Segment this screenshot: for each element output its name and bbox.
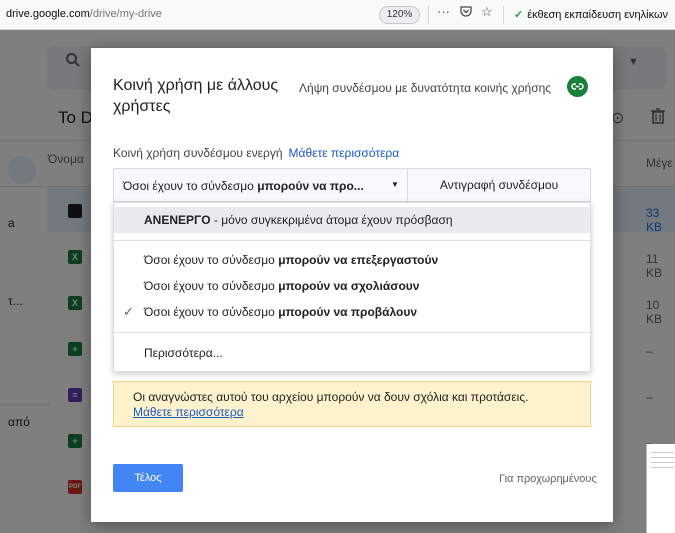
share-dialog: Κοινή χρήση με άλλους χρήστες Λήψη συνδέ… bbox=[91, 48, 613, 522]
menu-item-can-edit[interactable]: Όσοι έχουν το σύνδεσμο μπορούν να επεξερ… bbox=[114, 247, 590, 273]
info-notice: Οι αναγνώστες αυτού του αρχείου μπορούν … bbox=[113, 381, 591, 427]
browser-toolbar: drive.google.com/drive/my-drive 120% ···… bbox=[0, 0, 675, 30]
bookmark-favicon-icon: ✓ bbox=[514, 9, 524, 21]
toolbar-divider bbox=[428, 6, 429, 24]
dialog-title: Κοινή χρήση με άλλους χρήστες bbox=[113, 77, 279, 115]
bookmark-link[interactable]: ✓ έκθεση εκπαίδευση ενηλίκων bbox=[514, 8, 668, 21]
learn-more-link[interactable]: Μάθετε περισσότερα bbox=[289, 146, 400, 160]
link-sharing-status: Κοινή χρήση συνδέσμου ενεργή Μάθετε περισ… bbox=[113, 146, 400, 160]
page-actions-menu-icon[interactable]: ··· bbox=[437, 4, 450, 19]
caret-down-icon: ▼ bbox=[391, 180, 399, 189]
link-permission-dropdown[interactable]: Όσοι έχουν το σύνδεσμο μπορούν να προ...… bbox=[113, 168, 408, 202]
link-icon[interactable] bbox=[567, 76, 588, 97]
advanced-link[interactable]: Για προχωρημένους bbox=[499, 473, 597, 485]
notice-learn-more-link[interactable]: Μάθετε περισσότερα bbox=[133, 405, 244, 419]
checkmark-icon: ✓ bbox=[123, 304, 134, 319]
copy-link-button[interactable]: Αντιγραφή συνδέσμου bbox=[408, 168, 591, 202]
menu-item-more[interactable]: Περισσότερα... bbox=[114, 340, 590, 366]
done-button[interactable]: Τέλος bbox=[113, 464, 183, 492]
menu-item-can-view[interactable]: ✓ Όσοι έχουν το σύνδεσμο μπορούν να προβ… bbox=[114, 299, 590, 325]
link-permission-menu: ΑΝΕΝΕΡΓΟ - μόνο συγκεκριμένα άτομα έχουν… bbox=[113, 202, 591, 372]
menu-divider bbox=[114, 240, 590, 241]
zoom-indicator[interactable]: 120% bbox=[379, 6, 420, 24]
menu-divider bbox=[114, 332, 590, 333]
menu-item-off[interactable]: ΑΝΕΝΕΡΓΟ - μόνο συγκεκριμένα άτομα έχουν… bbox=[114, 207, 590, 233]
address-bar[interactable]: drive.google.com/drive/my-drive bbox=[6, 8, 162, 20]
bookmark-star-icon[interactable]: ☆ bbox=[481, 4, 493, 20]
preview-thumbnail bbox=[646, 444, 675, 533]
get-shareable-link[interactable]: Λήψη συνδέσμου με δυνατότητα κοινής χρήσ… bbox=[299, 81, 551, 95]
pocket-icon[interactable] bbox=[459, 4, 473, 21]
menu-item-can-comment[interactable]: Όσοι έχουν το σύνδεσμο μπορούν να σχολιά… bbox=[114, 273, 590, 299]
toolbar-divider bbox=[503, 6, 504, 24]
